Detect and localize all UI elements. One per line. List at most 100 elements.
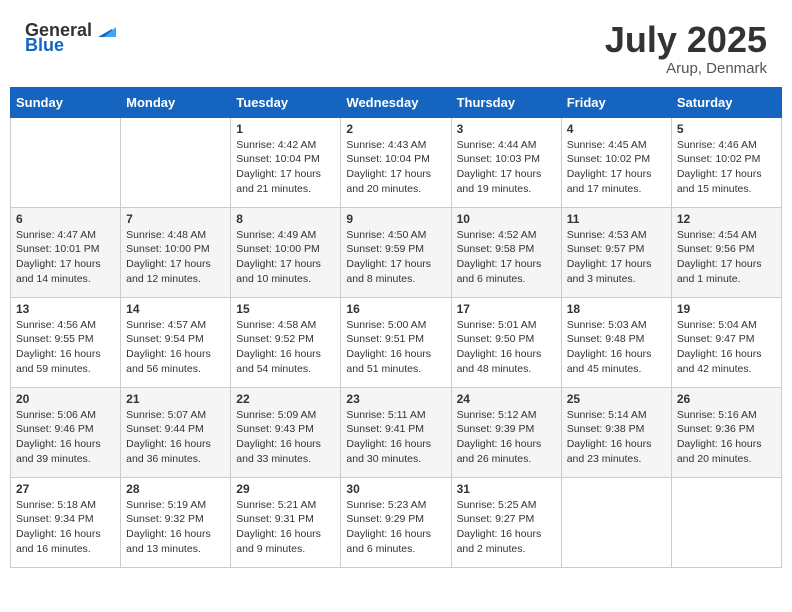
day-info: Sunrise: 4:43 AM Sunset: 10:04 PM Daylig… bbox=[346, 138, 445, 197]
calendar-cell: 25Sunrise: 5:14 AM Sunset: 9:38 PM Dayli… bbox=[561, 387, 671, 477]
calendar-cell: 22 Sunrise: 5:09 AM Sunset: 9:43 PM Dayli… bbox=[231, 387, 341, 477]
day-number: 14 bbox=[126, 302, 225, 316]
calendar-cell: 20 Sunrise: 5:06 AM Sunset: 9:46 PM Dayli… bbox=[11, 387, 121, 477]
calendar-cell: 14 Sunrise: 4:57 AM Sunset: 9:54 PM Dayli… bbox=[121, 297, 231, 387]
day-number: 10 bbox=[457, 212, 556, 226]
calendar-cell: 8 Sunrise: 4:49 AM Sunset: 10:00 PM Dayli… bbox=[231, 207, 341, 297]
day-number: 1 bbox=[236, 122, 335, 136]
calendar-week-row: 20 Sunrise: 5:06 AM Sunset: 9:46 PM Dayli… bbox=[11, 387, 782, 477]
day-number: 13 bbox=[16, 302, 115, 316]
calendar-cell: 11 Sunrise: 4:53 AM Sunset: 9:57 PM Dayli… bbox=[561, 207, 671, 297]
day-info: Sunrise: 5:16 AM Sunset: 9:36 PM Dayligh… bbox=[677, 408, 776, 467]
day-info: Sunrise: 4:49 AM Sunset: 10:00 PM Daylig… bbox=[236, 228, 335, 287]
day-info: Sunrise: 5:01 AM Sunset: 9:50 PM Dayligh… bbox=[457, 318, 556, 377]
logo: General Blue bbox=[25, 20, 116, 56]
calendar-cell: 26 Sunrise: 5:16 AM Sunset: 9:36 PM Dayli… bbox=[671, 387, 781, 477]
day-number: 17 bbox=[457, 302, 556, 316]
calendar-cell: 18 Sunrise: 5:03 AM Sunset: 9:48 PM Dayli… bbox=[561, 297, 671, 387]
calendar-week-row: 6 Sunrise: 4:47 AM Sunset: 10:01 PM Dayli… bbox=[11, 207, 782, 297]
day-info: Sunrise: 5:12 AM Sunset: 9:39 PM Dayligh… bbox=[457, 408, 556, 467]
calendar-cell: 30 Sunrise: 5:23 AM Sunset: 9:29 PM Dayli… bbox=[341, 477, 451, 567]
logo-blue-text: Blue bbox=[25, 35, 64, 56]
day-info: Sunrise: 5:00 AM Sunset: 9:51 PM Dayligh… bbox=[346, 318, 445, 377]
day-info: Sunrise: 5:23 AM Sunset: 9:29 PM Dayligh… bbox=[346, 498, 445, 557]
day-number: 19 bbox=[677, 302, 776, 316]
day-info: Sunrise: 5:18 AM Sunset: 9:34 PM Dayligh… bbox=[16, 498, 115, 557]
weekday-header-wednesday: Wednesday bbox=[341, 87, 451, 117]
day-number: 11 bbox=[567, 212, 666, 226]
calendar-cell: 24Sunrise: 5:12 AM Sunset: 9:39 PM Dayli… bbox=[451, 387, 561, 477]
day-number: 12 bbox=[677, 212, 776, 226]
calendar-cell: 23Sunrise: 5:11 AM Sunset: 9:41 PM Dayli… bbox=[341, 387, 451, 477]
day-number: 5 bbox=[677, 122, 776, 136]
day-number: 6 bbox=[16, 212, 115, 226]
calendar-cell bbox=[671, 477, 781, 567]
day-number: 4 bbox=[567, 122, 666, 136]
day-number: 7 bbox=[126, 212, 225, 226]
day-info: Sunrise: 4:58 AM Sunset: 9:52 PM Dayligh… bbox=[236, 318, 335, 377]
day-info: Sunrise: 4:46 AM Sunset: 10:02 PM Daylig… bbox=[677, 138, 776, 197]
day-number: 15 bbox=[236, 302, 335, 316]
day-info: Sunrise: 5:19 AM Sunset: 9:32 PM Dayligh… bbox=[126, 498, 225, 557]
calendar-cell bbox=[121, 117, 231, 207]
day-number: 22 bbox=[236, 392, 335, 406]
logo-icon bbox=[94, 19, 116, 41]
day-number: 30 bbox=[346, 482, 445, 496]
calendar-cell: 2Sunrise: 4:43 AM Sunset: 10:04 PM Dayli… bbox=[341, 117, 451, 207]
month-year-title: July 2025 bbox=[605, 20, 767, 60]
day-number: 23 bbox=[346, 392, 445, 406]
day-number: 18 bbox=[567, 302, 666, 316]
day-info: Sunrise: 5:07 AM Sunset: 9:44 PM Dayligh… bbox=[126, 408, 225, 467]
weekday-header-row: SundayMondayTuesdayWednesdayThursdayFrid… bbox=[11, 87, 782, 117]
calendar-cell: 17 Sunrise: 5:01 AM Sunset: 9:50 PM Dayli… bbox=[451, 297, 561, 387]
day-number: 3 bbox=[457, 122, 556, 136]
weekday-header-thursday: Thursday bbox=[451, 87, 561, 117]
calendar-cell: 19 Sunrise: 5:04 AM Sunset: 9:47 PM Dayli… bbox=[671, 297, 781, 387]
calendar-cell: 7 Sunrise: 4:48 AM Sunset: 10:00 PM Dayli… bbox=[121, 207, 231, 297]
title-block: July 2025 Arup, Denmark bbox=[605, 20, 767, 77]
day-number: 21 bbox=[126, 392, 225, 406]
calendar-cell: 6 Sunrise: 4:47 AM Sunset: 10:01 PM Dayli… bbox=[11, 207, 121, 297]
calendar-cell: 28Sunrise: 5:19 AM Sunset: 9:32 PM Dayli… bbox=[121, 477, 231, 567]
calendar-cell: 3 Sunrise: 4:44 AM Sunset: 10:03 PM Dayli… bbox=[451, 117, 561, 207]
calendar-cell: 10 Sunrise: 4:52 AM Sunset: 9:58 PM Dayli… bbox=[451, 207, 561, 297]
calendar-cell: 31Sunrise: 5:25 AM Sunset: 9:27 PM Dayli… bbox=[451, 477, 561, 567]
day-number: 8 bbox=[236, 212, 335, 226]
calendar-cell bbox=[11, 117, 121, 207]
day-number: 27 bbox=[16, 482, 115, 496]
day-info: Sunrise: 4:48 AM Sunset: 10:00 PM Daylig… bbox=[126, 228, 225, 287]
day-info: Sunrise: 4:57 AM Sunset: 9:54 PM Dayligh… bbox=[126, 318, 225, 377]
day-info: Sunrise: 4:44 AM Sunset: 10:03 PM Daylig… bbox=[457, 138, 556, 197]
day-info: Sunrise: 4:54 AM Sunset: 9:56 PM Dayligh… bbox=[677, 228, 776, 287]
day-number: 20 bbox=[16, 392, 115, 406]
day-info: Sunrise: 4:50 AM Sunset: 9:59 PM Dayligh… bbox=[346, 228, 445, 287]
day-info: Sunrise: 5:04 AM Sunset: 9:47 PM Dayligh… bbox=[677, 318, 776, 377]
calendar-cell: 29Sunrise: 5:21 AM Sunset: 9:31 PM Dayli… bbox=[231, 477, 341, 567]
day-info: Sunrise: 4:56 AM Sunset: 9:55 PM Dayligh… bbox=[16, 318, 115, 377]
calendar-cell: 9 Sunrise: 4:50 AM Sunset: 9:59 PM Daylig… bbox=[341, 207, 451, 297]
day-number: 31 bbox=[457, 482, 556, 496]
day-number: 26 bbox=[677, 392, 776, 406]
weekday-header-tuesday: Tuesday bbox=[231, 87, 341, 117]
calendar-cell: 1 Sunrise: 4:42 AM Sunset: 10:04 PM Dayli… bbox=[231, 117, 341, 207]
calendar-cell: 13 Sunrise: 4:56 AM Sunset: 9:55 PM Dayli… bbox=[11, 297, 121, 387]
page-header: General Blue July 2025 Arup, Denmark bbox=[10, 10, 782, 82]
day-info: Sunrise: 5:09 AM Sunset: 9:43 PM Dayligh… bbox=[236, 408, 335, 467]
calendar-table: SundayMondayTuesdayWednesdayThursdayFrid… bbox=[10, 87, 782, 568]
day-info: Sunrise: 5:03 AM Sunset: 9:48 PM Dayligh… bbox=[567, 318, 666, 377]
calendar-week-row: 13 Sunrise: 4:56 AM Sunset: 9:55 PM Dayli… bbox=[11, 297, 782, 387]
day-number: 25 bbox=[567, 392, 666, 406]
day-number: 29 bbox=[236, 482, 335, 496]
calendar-cell: 27 Sunrise: 5:18 AM Sunset: 9:34 PM Dayli… bbox=[11, 477, 121, 567]
day-info: Sunrise: 4:52 AM Sunset: 9:58 PM Dayligh… bbox=[457, 228, 556, 287]
weekday-header-saturday: Saturday bbox=[671, 87, 781, 117]
calendar-cell: 21 Sunrise: 5:07 AM Sunset: 9:44 PM Dayli… bbox=[121, 387, 231, 477]
calendar-cell bbox=[561, 477, 671, 567]
day-info: Sunrise: 4:47 AM Sunset: 10:01 PM Daylig… bbox=[16, 228, 115, 287]
day-info: Sunrise: 5:06 AM Sunset: 9:46 PM Dayligh… bbox=[16, 408, 115, 467]
calendar-cell: 5 Sunrise: 4:46 AM Sunset: 10:02 PM Dayli… bbox=[671, 117, 781, 207]
day-info: Sunrise: 4:53 AM Sunset: 9:57 PM Dayligh… bbox=[567, 228, 666, 287]
day-info: Sunrise: 4:42 AM Sunset: 10:04 PM Daylig… bbox=[236, 138, 335, 197]
calendar-week-row: 1 Sunrise: 4:42 AM Sunset: 10:04 PM Dayli… bbox=[11, 117, 782, 207]
day-number: 9 bbox=[346, 212, 445, 226]
